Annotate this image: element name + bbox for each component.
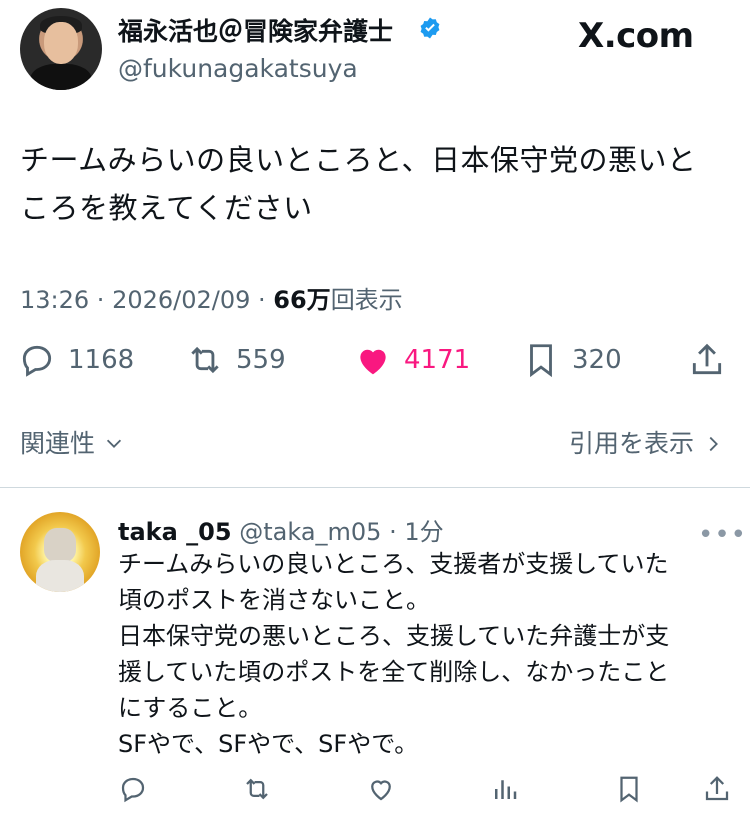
sort-related-button[interactable]: 関連性 bbox=[20, 424, 125, 460]
sort-label: 関連性 bbox=[20, 429, 96, 458]
divider bbox=[0, 487, 750, 488]
tweet-text: チームみらいの良いところと、日本保守党の悪いと ころを教えてください bbox=[20, 143, 697, 225]
reply-icon bbox=[121, 777, 145, 803]
author-handle[interactable]: @fukunagakatsuya bbox=[118, 54, 358, 83]
reply-button[interactable]: 1168 bbox=[18, 336, 134, 384]
reply-author-name[interactable]: taka _05 bbox=[118, 518, 232, 546]
repost-button[interactable]: 559 bbox=[186, 336, 286, 384]
like-button[interactable]: 4171 bbox=[354, 336, 470, 384]
chevron-down-icon bbox=[106, 439, 122, 448]
reply-reply-button[interactable] bbox=[118, 774, 148, 804]
reply-views-button[interactable] bbox=[490, 774, 520, 804]
reply-bookmark-button[interactable] bbox=[614, 774, 644, 804]
quotes-label: 引用を表示 bbox=[569, 429, 695, 458]
views-icon bbox=[495, 780, 517, 799]
reply-count: 1168 bbox=[68, 345, 135, 375]
reply-text: チームみらいの良いところ、支援者が支援していた 頃のポストを消さないこと。 日本… bbox=[118, 550, 670, 758]
bookmark-icon bbox=[530, 344, 552, 378]
reply-avatar[interactable] bbox=[20, 512, 100, 592]
author-avatar[interactable] bbox=[20, 8, 102, 90]
bookmark-count: 320 bbox=[572, 345, 622, 375]
tweet-meta: 13:26 · 2026/02/09 · 66万回表示 bbox=[20, 286, 403, 314]
like-count: 4171 bbox=[404, 345, 471, 375]
tweet-date: 2026/02/09 bbox=[112, 286, 251, 314]
share-icon bbox=[692, 343, 722, 375]
reply-time[interactable]: 1分 bbox=[404, 518, 443, 546]
verified-icon bbox=[418, 16, 442, 40]
views-count: 66万 bbox=[273, 286, 331, 314]
bookmark-button[interactable]: 320 bbox=[522, 336, 622, 384]
reply-repost-button[interactable] bbox=[242, 774, 272, 804]
bookmark-icon bbox=[620, 776, 638, 803]
x-logo: X.com bbox=[578, 16, 694, 56]
reply-actions bbox=[0, 774, 750, 810]
tweet-time: 13:26 bbox=[20, 286, 90, 314]
tweet-actions: 1168 559 4171 320 bbox=[0, 336, 750, 384]
like-icon bbox=[360, 349, 386, 375]
author-name[interactable]: 福永活也＠冒険家弁護士 bbox=[118, 12, 393, 48]
reply-header: taka _05 @taka_m05 · 1分 bbox=[118, 518, 444, 546]
repost-count: 559 bbox=[236, 345, 286, 375]
share-button[interactable] bbox=[688, 336, 738, 384]
reply-like-button[interactable] bbox=[366, 774, 396, 804]
reply-icon bbox=[22, 345, 52, 377]
views-label: 回表示 bbox=[330, 286, 403, 314]
repost-icon bbox=[246, 778, 268, 800]
share-icon bbox=[705, 776, 729, 801]
repost-icon bbox=[191, 346, 219, 374]
like-icon bbox=[371, 780, 391, 801]
reply-share-button[interactable] bbox=[702, 774, 732, 804]
chevron-right-icon bbox=[709, 436, 718, 452]
reply-handle[interactable]: @taka_m05 bbox=[239, 518, 381, 546]
view-quotes-link[interactable]: 引用を表示 bbox=[569, 424, 724, 460]
